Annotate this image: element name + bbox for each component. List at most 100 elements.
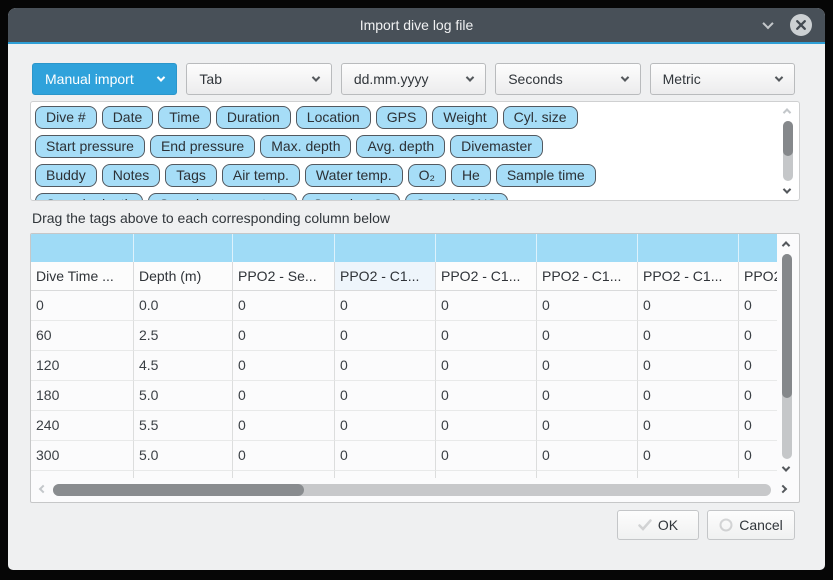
titlebar[interactable]: Import dive log file bbox=[8, 8, 825, 42]
tag-date[interactable]: Date bbox=[102, 106, 154, 129]
tag-weight[interactable]: Weight bbox=[432, 106, 497, 129]
column-header[interactable]: Dive Time ... bbox=[31, 262, 134, 291]
tag-notes[interactable]: Notes bbox=[102, 164, 161, 187]
column-header[interactable]: PPO2 - Se... bbox=[233, 262, 335, 291]
tag-row: Sample depth Sample temperature Sample pO₂… bbox=[35, 193, 773, 201]
date-format-select[interactable]: dd.mm.yyyy bbox=[341, 63, 486, 95]
time-format-select[interactable]: Seconds bbox=[495, 63, 640, 95]
scrollbar-track[interactable] bbox=[782, 254, 792, 459]
tags-vertical-scrollbar[interactable] bbox=[780, 104, 796, 198]
table-cell bbox=[134, 471, 233, 478]
tag-location[interactable]: Location bbox=[296, 106, 371, 129]
table-cell: 0 bbox=[537, 321, 638, 351]
table-content: Dive Time ...Depth (m)PPO2 - Se...PPO2 -… bbox=[31, 234, 777, 478]
scroll-down-icon[interactable] bbox=[783, 185, 791, 193]
tag-cyl-size[interactable]: Cyl. size bbox=[503, 106, 578, 129]
scrollbar-track[interactable] bbox=[783, 121, 793, 181]
tag-gps[interactable]: GPS bbox=[376, 106, 428, 129]
tag-air-temp[interactable]: Air temp. bbox=[222, 164, 300, 187]
column-drop-target[interactable] bbox=[233, 234, 335, 262]
format-controls: Manual import Tab dd.mm.yyyy Seconds Met… bbox=[32, 63, 795, 95]
column-drop-target[interactable] bbox=[638, 234, 739, 262]
table-cell: 300 bbox=[31, 441, 134, 471]
import-mode-select[interactable]: Manual import bbox=[32, 63, 177, 95]
tag-sample-temperature[interactable]: Sample temperature bbox=[148, 193, 297, 201]
tags-area-rows: Dive #DateTimeDurationLocationGPSWeight C… bbox=[35, 106, 773, 201]
table-cell: 0 bbox=[233, 381, 335, 411]
close-button[interactable] bbox=[790, 14, 812, 36]
scroll-up-icon[interactable] bbox=[782, 241, 790, 249]
table-cell: 2.5 bbox=[134, 321, 233, 351]
column-drop-target[interactable] bbox=[335, 234, 436, 262]
ok-label: OK bbox=[658, 517, 678, 533]
drop-target-row bbox=[31, 234, 777, 262]
column-drop-target[interactable] bbox=[31, 234, 134, 262]
table-cell: 0 bbox=[233, 321, 335, 351]
table-cell: 0 bbox=[436, 321, 537, 351]
scrollbar-thumb[interactable] bbox=[783, 121, 793, 156]
table-cell: 0 bbox=[335, 441, 436, 471]
tag-o[interactable]: O₂ bbox=[408, 164, 446, 187]
scrollbar-thumb[interactable] bbox=[782, 254, 792, 398]
table-cell: 0.0 bbox=[134, 291, 233, 321]
tag-tags[interactable]: Tags bbox=[165, 164, 217, 187]
table-cell: 0 bbox=[436, 411, 537, 441]
dialog-footer: OK Cancel bbox=[8, 510, 795, 540]
column-header[interactable]: PPO2 - C1... bbox=[436, 262, 537, 291]
table-cell: 0 bbox=[739, 291, 777, 321]
tag-max-depth[interactable]: Max. depth bbox=[260, 135, 351, 158]
tag-duration[interactable]: Duration bbox=[216, 106, 291, 129]
scroll-left-icon[interactable] bbox=[39, 485, 47, 493]
screen: Import dive log file Manual import bbox=[0, 0, 833, 580]
tag-sample-time[interactable]: Sample time bbox=[496, 164, 596, 187]
tag-avg-depth[interactable]: Avg. depth bbox=[356, 135, 445, 158]
shade-button[interactable] bbox=[759, 16, 777, 34]
units-select[interactable]: Metric bbox=[650, 63, 795, 95]
scroll-up-icon[interactable] bbox=[783, 108, 791, 116]
field-separator-select[interactable]: Tab bbox=[186, 63, 331, 95]
scrollbar-thumb[interactable] bbox=[53, 484, 304, 496]
tag-time[interactable]: Time bbox=[158, 106, 211, 129]
column-header[interactable]: PPO2 - C1... bbox=[638, 262, 739, 291]
table-cell: 120 bbox=[31, 351, 134, 381]
scroll-right-icon[interactable] bbox=[779, 485, 787, 493]
tag-dive[interactable]: Dive # bbox=[35, 106, 97, 129]
tag-start-pressure[interactable]: Start pressure bbox=[35, 135, 145, 158]
table-cell bbox=[739, 471, 777, 478]
tag-water-temp[interactable]: Water temp. bbox=[305, 164, 403, 187]
table-body: 00.0000000602.50000001204.50000001805.00… bbox=[31, 291, 777, 478]
table-cell: 0 bbox=[335, 321, 436, 351]
scroll-down-icon[interactable] bbox=[782, 463, 790, 471]
tag-end-pressure[interactable]: End pressure bbox=[150, 135, 255, 158]
table-horizontal-scrollbar[interactable] bbox=[31, 481, 799, 499]
column-drop-target[interactable] bbox=[436, 234, 537, 262]
table-cell: 0 bbox=[638, 291, 739, 321]
column-header[interactable]: PPO2 - C1... bbox=[537, 262, 638, 291]
tag-sample-po[interactable]: Sample pO₂ bbox=[302, 193, 399, 201]
tag-he[interactable]: He bbox=[451, 164, 491, 187]
import-dive-log-dialog: Import dive log file Manual import bbox=[8, 8, 825, 570]
ok-button[interactable]: OK bbox=[617, 510, 699, 540]
column-header[interactable]: PPO2 - C1... bbox=[335, 262, 436, 291]
table-cell: 0 bbox=[537, 441, 638, 471]
table-vertical-scrollbar[interactable] bbox=[779, 237, 795, 476]
tag-divemaster[interactable]: Divemaster bbox=[450, 135, 543, 158]
table-cell: 0 bbox=[638, 411, 739, 441]
table-cell: 0 bbox=[537, 411, 638, 441]
tag-buddy[interactable]: Buddy bbox=[35, 164, 97, 187]
date-format-value: dd.mm.yyyy bbox=[354, 71, 429, 87]
column-drop-target[interactable] bbox=[134, 234, 233, 262]
tag-sample-depth[interactable]: Sample depth bbox=[35, 193, 143, 201]
scrollbar-track[interactable] bbox=[53, 484, 771, 496]
column-header[interactable]: Depth (m) bbox=[134, 262, 233, 291]
table-row: 1204.5000000 bbox=[31, 351, 777, 381]
column-header[interactable]: PPO2 - C1... bbox=[739, 262, 777, 291]
cancel-label: Cancel bbox=[739, 517, 783, 533]
table-row-partial bbox=[31, 471, 777, 478]
cancel-button[interactable]: Cancel bbox=[707, 510, 795, 540]
column-drop-target[interactable] bbox=[537, 234, 638, 262]
table-cell: 0 bbox=[638, 321, 739, 351]
column-drop-target[interactable] bbox=[739, 234, 777, 262]
tag-sample-cns[interactable]: Sample CNS bbox=[405, 193, 508, 201]
window-title: Import dive log file bbox=[360, 17, 474, 33]
